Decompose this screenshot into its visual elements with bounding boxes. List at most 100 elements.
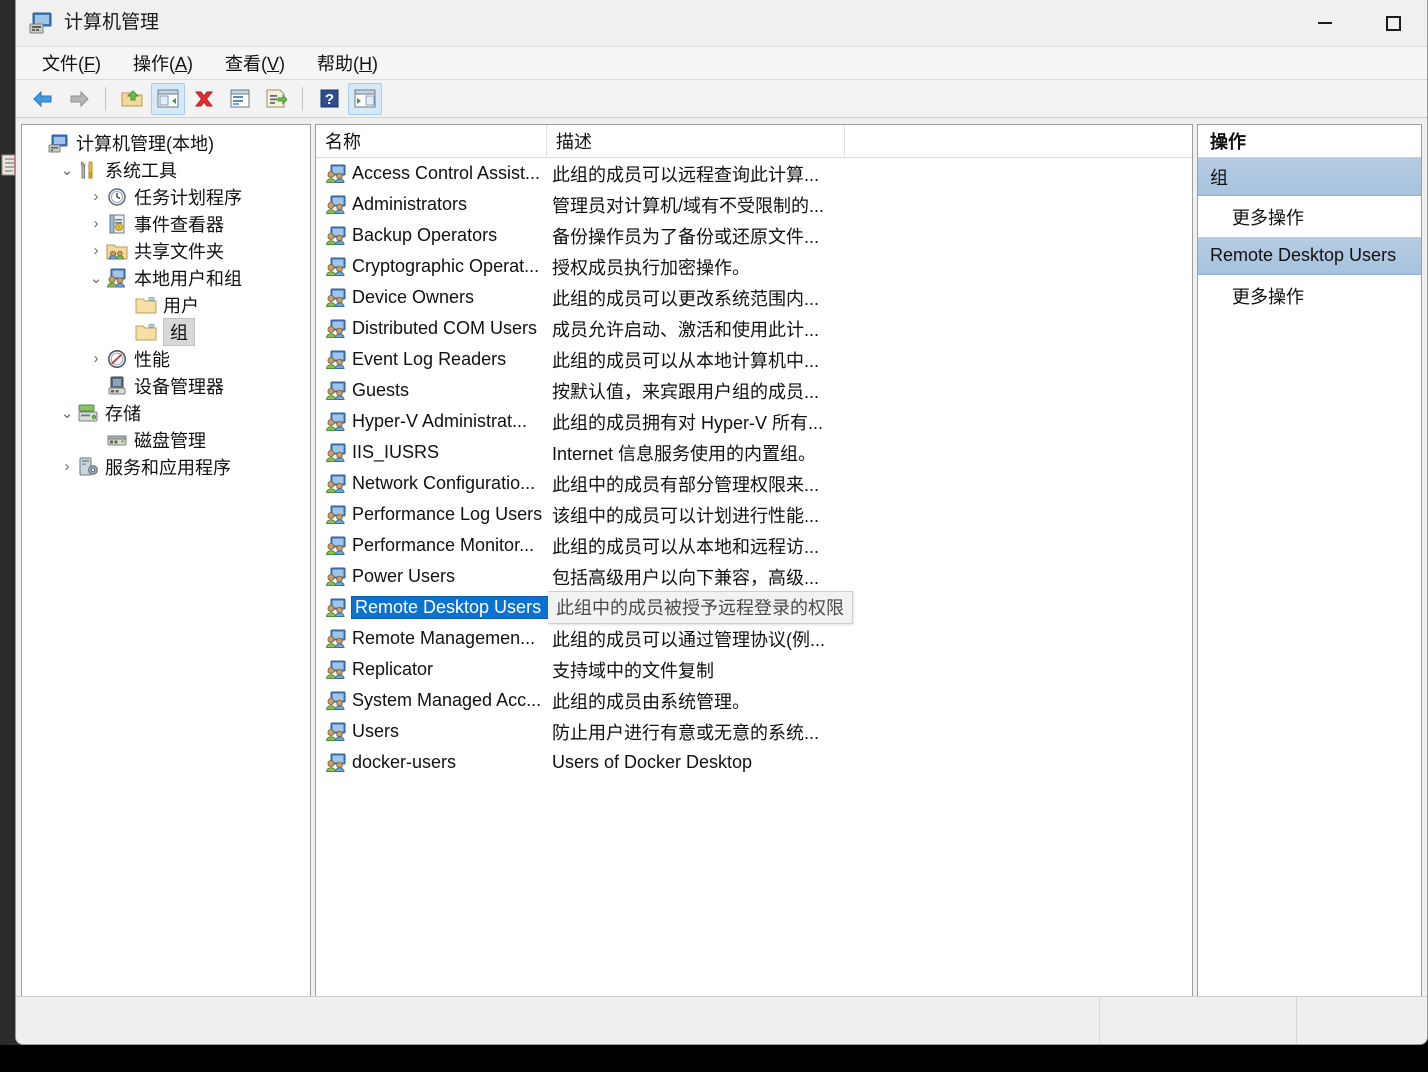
- actions-group-header-0: 组: [1198, 158, 1421, 196]
- shared-folder-icon: [106, 241, 128, 261]
- help-icon[interactable]: ?: [312, 83, 346, 115]
- table-row[interactable]: Administrators 管理员对计算机/域有不受限制的...: [316, 189, 1192, 220]
- tree-node-12[interactable]: › 服务和应用程序: [22, 453, 310, 480]
- column-header-blank[interactable]: [845, 125, 1192, 157]
- table-row[interactable]: docker-users Users of Docker Desktop: [316, 747, 1192, 778]
- properties-icon[interactable]: [223, 83, 257, 115]
- menu-action-pre: 操作(: [133, 54, 175, 74]
- group-description-cell: 包括高级用户以向下兼容，高级...: [552, 567, 820, 588]
- group-description-cell: 支持域中的文件复制: [552, 660, 714, 681]
- console-tree: 计算机管理(本地) ⌄ 系统工具 › 任务计划程序 ›! 事件查看器 › 共享文件夹 ⌄ 本地用户和…: [22, 129, 310, 480]
- table-row[interactable]: Power Users 包括高级用户以向下兼容，高级...: [316, 561, 1192, 592]
- menu-view[interactable]: 查看(V): [215, 48, 295, 78]
- chevron-down-icon[interactable]: ⌄: [57, 161, 77, 179]
- menu-file-accel: F: [84, 54, 95, 74]
- menu-help-post: ): [372, 54, 379, 74]
- group-icon: [325, 660, 347, 680]
- menu-view-post: ): [279, 54, 286, 74]
- tree-node-label: 设备管理器: [134, 376, 224, 397]
- delete-x-icon[interactable]: [187, 83, 221, 115]
- toolbar: ?: [16, 80, 1427, 118]
- table-row[interactable]: System Managed Acc... 此组的成员由系统管理。: [316, 685, 1192, 716]
- tree-node-2[interactable]: › 任务计划程序: [22, 183, 310, 210]
- tree-node-label: 磁盘管理: [134, 430, 206, 451]
- chevron-right-icon[interactable]: ›: [86, 242, 106, 259]
- table-row[interactable]: Performance Log Users 该组中的成员可以计划进行性能...: [316, 499, 1192, 530]
- table-row[interactable]: IIS_IUSRS Internet 信息服务使用的内置组。: [316, 437, 1192, 468]
- group-description-cell: 备份操作员为了备份或还原文件...: [552, 226, 820, 247]
- group-description-cell: 此组的成员拥有对 Hyper-V 所有...: [552, 412, 824, 433]
- menu-action[interactable]: 操作(A): [123, 48, 203, 78]
- tree-node-0[interactable]: 计算机管理(本地): [22, 129, 310, 156]
- chevron-right-icon[interactable]: ›: [57, 458, 77, 475]
- back-arrow-icon[interactable]: [26, 83, 60, 115]
- tree-node-9[interactable]: 设备管理器: [22, 372, 310, 399]
- chevron-down-icon[interactable]: ⌄: [86, 269, 106, 287]
- group-icon: [325, 753, 347, 773]
- maximize-button[interactable]: [1359, 0, 1427, 46]
- tree-node-1[interactable]: ⌄ 系统工具: [22, 156, 310, 183]
- group-description-cell: 该组中的成员可以计划进行性能...: [552, 505, 820, 526]
- show-action-pane-icon[interactable]: [348, 82, 382, 115]
- maximize-icon: [1385, 15, 1401, 31]
- actions-item-1-0[interactable]: 更多操作: [1198, 275, 1421, 316]
- tree-node-label: 系统工具: [105, 160, 177, 181]
- storage-icon: [77, 403, 99, 423]
- device-manager-icon: [106, 376, 128, 396]
- tree-node-6[interactable]: 用户: [22, 291, 310, 318]
- group-name-cell: IIS_IUSRS: [352, 442, 440, 462]
- column-header-name[interactable]: 名称: [316, 125, 547, 157]
- up-folder-icon[interactable]: [115, 83, 149, 115]
- table-row[interactable]: Network Configuratio... 此组中的成员有部分管理权限来...: [316, 468, 1192, 499]
- menu-file-post: ): [95, 54, 101, 74]
- show-hide-tree-icon[interactable]: [151, 82, 185, 115]
- tree-node-3[interactable]: ›! 事件查看器: [22, 210, 310, 237]
- actions-item-0-0[interactable]: 更多操作: [1198, 196, 1421, 237]
- tree-node-5[interactable]: ⌄ 本地用户和组: [22, 264, 310, 291]
- folder-icon: [135, 322, 157, 342]
- tree-node-11[interactable]: 磁盘管理: [22, 426, 310, 453]
- groups-list-pane: 名称 描述 Access Control Assist... 此组的成员可以远程查…: [315, 124, 1193, 1019]
- chevron-right-icon[interactable]: ›: [86, 188, 106, 205]
- tree-node-10[interactable]: ⌄ 存储: [22, 399, 310, 426]
- group-icon: [325, 288, 347, 308]
- group-description-cell: 此组的成员可以从本地和远程访...: [552, 536, 820, 557]
- forward-arrow-icon[interactable]: [62, 83, 96, 115]
- table-row[interactable]: Users 防止用户进行有意或无意的系统...: [316, 716, 1192, 747]
- tree-node-4[interactable]: › 共享文件夹: [22, 237, 310, 264]
- minimize-button[interactable]: [1291, 0, 1359, 46]
- title-bar[interactable]: 计算机管理: [16, 0, 1427, 47]
- table-row[interactable]: Hyper-V Administrat... 此组的成员拥有对 Hyper-V 所…: [316, 406, 1192, 437]
- group-description-cell: 授权成员执行加密操作。: [552, 257, 750, 278]
- table-row[interactable]: Backup Operators 备份操作员为了备份或还原文件...: [316, 220, 1192, 251]
- group-description-cell: 此组的成员可以从本地计算机中...: [552, 350, 820, 371]
- chevron-down-icon[interactable]: ⌄: [57, 404, 77, 422]
- table-row[interactable]: Performance Monitor... 此组的成员可以从本地和远程访...: [316, 530, 1192, 561]
- chevron-right-icon[interactable]: ›: [86, 350, 106, 367]
- menu-view-pre: 查看(: [225, 54, 268, 74]
- menu-help[interactable]: 帮助(H): [307, 48, 388, 78]
- group-icon: [325, 536, 347, 556]
- table-row[interactable]: Cryptographic Operat... 授权成员执行加密操作。: [316, 251, 1192, 282]
- tree-node-7[interactable]: 组: [22, 317, 310, 346]
- group-name-cell: Power Users: [352, 566, 456, 586]
- group-name-cell: Replicator: [352, 659, 434, 679]
- export-list-icon[interactable]: [259, 83, 293, 115]
- table-row[interactable]: Remote Desktop Users 此组中的成员被授予远程登录的权限: [316, 591, 1192, 624]
- table-row[interactable]: Event Log Readers 此组的成员可以从本地计算机中...: [316, 344, 1192, 375]
- column-header-description[interactable]: 描述: [547, 125, 845, 157]
- table-row[interactable]: Device Owners 此组的成员可以更改系统范围内...: [316, 282, 1192, 313]
- table-row[interactable]: Guests 按默认值，来宾跟用户组的成员...: [316, 375, 1192, 406]
- table-row[interactable]: Access Control Assist... 此组的成员可以远程查询此计算..…: [316, 158, 1192, 189]
- tree-node-label: 共享文件夹: [134, 241, 224, 262]
- table-row[interactable]: Remote Managemen... 此组的成员可以通过管理协议(例...: [316, 623, 1192, 654]
- table-row[interactable]: Replicator 支持域中的文件复制: [316, 654, 1192, 685]
- group-name-cell: Performance Log Users: [352, 504, 543, 524]
- tree-node-8[interactable]: › 性能: [22, 345, 310, 372]
- chevron-right-icon[interactable]: ›: [86, 215, 106, 232]
- menu-file[interactable]: 文件(F): [32, 48, 111, 78]
- table-row[interactable]: Distributed COM Users 成员允许启动、激活和使用此计...: [316, 313, 1192, 344]
- clock-icon: [106, 187, 128, 207]
- group-name-cell: Guests: [352, 380, 410, 400]
- tree-node-label: 用户: [163, 295, 199, 316]
